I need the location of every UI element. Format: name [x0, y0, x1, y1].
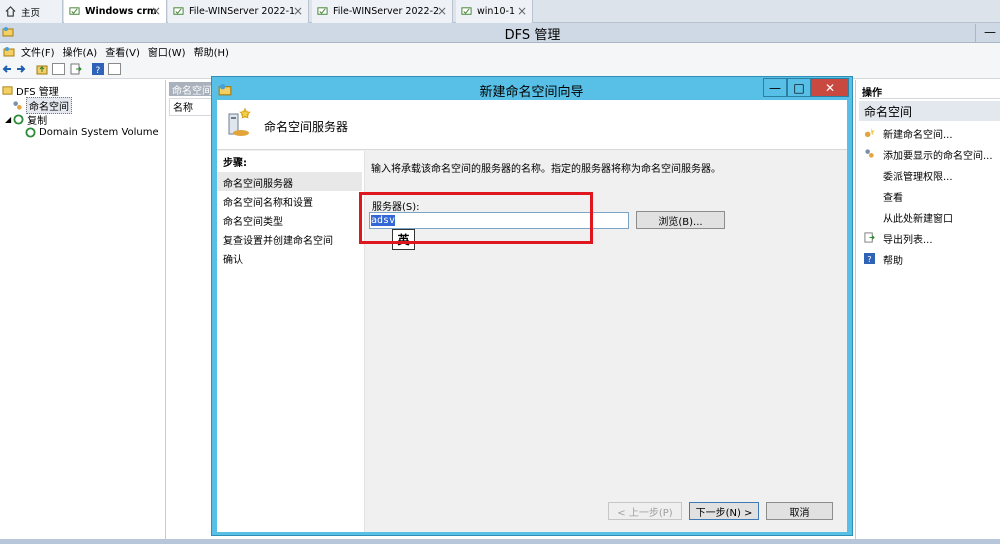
tab-file-winserver-2[interactable]: File-WINServer 2022-2 × [312, 0, 453, 23]
tab-label: File-WINServer 2022-2 [333, 6, 440, 17]
action-pane-toggle-icon[interactable] [108, 63, 121, 75]
menu-bar: 文件(F) 操作(A) 查看(V) 窗口(W) 帮助(H) [0, 43, 1000, 60]
wizard-maximize-button[interactable]: □ [787, 78, 811, 97]
tab-home[interactable]: 主页 [0, 0, 63, 23]
tab-close-icon[interactable]: × [437, 4, 447, 18]
step-review-create: 复查设置并创建命名空间 [223, 236, 333, 247]
annotation-highlight-box [359, 192, 593, 244]
export-icon [864, 232, 875, 243]
tree-label: Domain System Volume [39, 127, 159, 138]
tab-label: win10-1 [477, 6, 515, 17]
actions-section-namespace[interactable]: 命名空间 [859, 101, 1000, 121]
expand-triangle-icon[interactable]: ◢ [5, 115, 11, 124]
menu-help[interactable]: 帮助(H) [194, 44, 229, 59]
tab-label: File-WINServer 2022-1 [189, 6, 296, 17]
tab-win10[interactable]: win10-1 × [456, 0, 533, 23]
step-namespace-type: 命名空间类型 [223, 217, 283, 228]
show-hide-tree-icon[interactable] [52, 63, 65, 75]
maximize-icon: □ [793, 80, 805, 95]
step-namespace-server: 命名空间服务器 [217, 172, 362, 191]
tab-close-icon[interactable]: × [151, 4, 161, 18]
namespace-server-icon [228, 107, 251, 136]
forward-arrow-icon[interactable] [15, 63, 27, 75]
svg-text:?: ? [96, 66, 101, 75]
wizard-minimize-button[interactable]: — [763, 78, 787, 97]
vm-icon [317, 7, 328, 15]
step-confirm: 确认 [223, 255, 243, 266]
minimize-icon: — [769, 80, 781, 95]
steps-title: 步骤: [223, 158, 247, 169]
tree-item-domain-system-volume[interactable]: Domain System Volume [25, 127, 159, 138]
back-arrow-icon[interactable] [1, 63, 13, 75]
menu-action[interactable]: 操作(A) [63, 44, 98, 59]
replication-icon [13, 114, 24, 125]
tab-label: 主页 [21, 7, 41, 19]
dfs-management-icon [2, 86, 13, 95]
up-folder-icon[interactable] [36, 63, 48, 75]
action-new-window[interactable]: 从此处新建窗口 [883, 210, 953, 225]
home-icon [5, 6, 16, 17]
cancel-button[interactable]: 取消 [766, 502, 833, 520]
tab-label: Windows crm [85, 6, 157, 17]
action-export-list[interactable]: 导出列表... [883, 231, 933, 246]
replication-group-icon [25, 127, 36, 138]
app-title: DFS 管理 [504, 28, 561, 43]
tab-close-icon[interactable]: × [293, 4, 303, 18]
close-icon: ✕ [824, 80, 836, 95]
wizard-close-button[interactable]: ✕ [811, 78, 849, 97]
tree-item-replication[interactable]: ◢ 复制 [5, 112, 47, 127]
actions-title: 操作 [859, 82, 1000, 99]
tab-windows-crm[interactable]: Windows crm × [64, 0, 167, 23]
vm-icon [69, 7, 80, 15]
status-strip [0, 539, 1000, 544]
menu-view[interactable]: 查看(V) [105, 44, 140, 59]
vm-icon [461, 7, 472, 15]
console-tree [0, 80, 166, 544]
vm-icon [173, 7, 184, 15]
svg-text:?: ? [867, 254, 871, 264]
help-icon: ? [864, 253, 875, 264]
next-button[interactable]: 下一步(N) > [689, 502, 759, 520]
back-button[interactable]: < 上一步(P) [608, 502, 682, 520]
step-namespace-name: 命名空间名称和设置 [223, 198, 313, 209]
action-new-namespace[interactable]: 新建命名空间... [883, 126, 953, 141]
help-icon[interactable]: ? [92, 63, 104, 75]
tab-file-winserver-1[interactable]: File-WINServer 2022-1 × [168, 0, 309, 23]
add-namespace-icon [865, 149, 874, 158]
minimize-button[interactable]: — [975, 24, 1000, 42]
action-help[interactable]: 帮助 [883, 252, 903, 267]
new-namespace-icon [864, 127, 875, 138]
menu-file[interactable]: 文件(F) [21, 44, 55, 59]
action-add-namespace-display[interactable]: 添加要显示的命名空间... [883, 147, 993, 162]
tree-label: DFS 管理 [16, 87, 59, 98]
action-view[interactable]: 查看 [883, 189, 903, 204]
minimize-icon: — [984, 25, 996, 39]
browse-button[interactable]: 浏览(B)... [636, 211, 725, 229]
namespace-icon [13, 101, 22, 110]
export-list-icon[interactable] [70, 63, 82, 75]
menu-window[interactable]: 窗口(W) [148, 44, 186, 59]
action-delegate-permissions[interactable]: 委派管理权限... [883, 168, 953, 183]
wizard-page-title: 命名空间服务器 [264, 120, 349, 134]
window-menu-icon[interactable] [3, 46, 15, 58]
tab-close-icon[interactable]: × [517, 4, 527, 18]
instruction-text: 输入将承载该命名空间的服务器的名称。指定的服务器将称为命名空间服务器。 [371, 164, 721, 175]
tree-item-dfs-root[interactable]: DFS 管理 [2, 83, 59, 98]
dfs-app-icon [2, 27, 14, 37]
tree-label: 复制 [27, 116, 48, 127]
wizard-title: 新建命名空间向导 [479, 85, 584, 100]
